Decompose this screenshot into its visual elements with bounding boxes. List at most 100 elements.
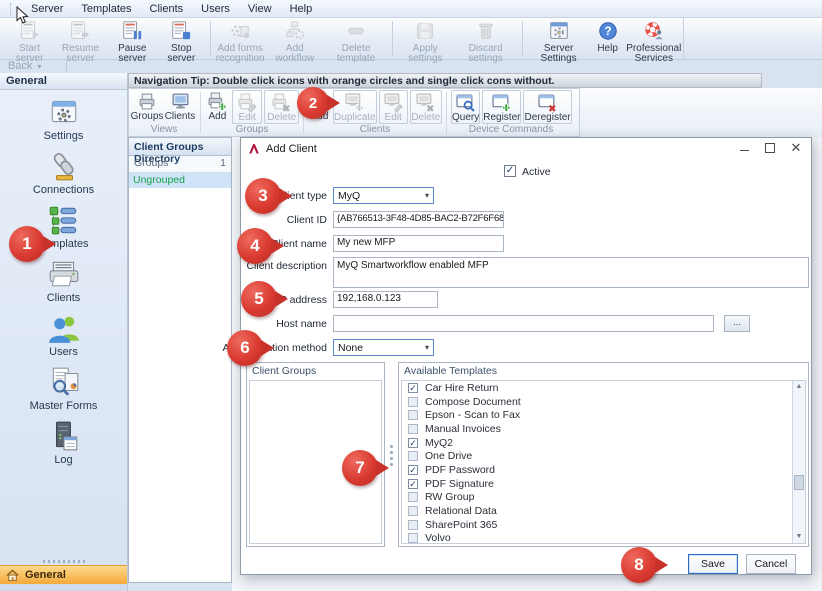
template-row[interactable]: PDF Password: [402, 463, 805, 477]
menu-clients[interactable]: Clients: [141, 1, 193, 17]
sidebar-item-log[interactable]: Log: [47, 419, 81, 466]
template-checkbox[interactable]: [408, 410, 418, 420]
apply-settings-icon: [414, 20, 436, 42]
client-description-textarea[interactable]: MyQ Smartworkflow enabled MFP: [333, 257, 809, 288]
chevron-down-icon: ▾: [425, 343, 429, 352]
template-row[interactable]: RW Group: [402, 491, 805, 505]
template-row[interactable]: One Drive: [402, 449, 805, 463]
groups-delete-button[interactable]: Delete: [264, 90, 299, 124]
template-checkbox[interactable]: [408, 424, 418, 434]
menu-templates[interactable]: Templates: [72, 1, 140, 17]
template-checkbox[interactable]: [408, 533, 418, 543]
toolbar-grip: [10, 3, 14, 15]
template-checkbox[interactable]: [408, 520, 418, 530]
ribbon-caption-clients: Clients: [305, 124, 445, 136]
template-row[interactable]: SharePoint 365: [402, 518, 805, 532]
available-templates-box: Available Templates Car Hire Return Comp…: [398, 362, 809, 547]
add-forms-recognition-button[interactable]: Add forms recognition: [215, 18, 266, 59]
template-row[interactable]: Relational Data: [402, 504, 805, 518]
device-register-button[interactable]: Register: [482, 90, 521, 124]
client-id-input[interactable]: {AB766513-3F48-4D85-BAC2-B72F6F680053}: [333, 211, 504, 228]
device-query-button[interactable]: Query: [451, 90, 480, 124]
log-icon: [47, 419, 81, 453]
scroll-up-icon[interactable]: ▲: [793, 381, 805, 393]
app-window: Server Templates Clients Users View Help…: [0, 0, 822, 591]
groups-edit-button[interactable]: Edit: [232, 90, 263, 124]
server-settings-button[interactable]: Server Settings: [527, 18, 591, 59]
menu-view[interactable]: View: [239, 1, 281, 17]
sidebar-resize-grip[interactable]: [0, 558, 127, 565]
templates-scrollbar[interactable]: ▲ ▼: [792, 381, 805, 543]
sidebar-item-master-forms[interactable]: Master Forms: [30, 365, 98, 412]
dialog-titlebar[interactable]: Add Client ✕: [241, 138, 811, 159]
help-button[interactable]: ? Help: [591, 18, 625, 59]
users-icon: [47, 311, 81, 345]
template-row[interactable]: Epson - Scan to Fax: [402, 408, 805, 422]
menu-users[interactable]: Users: [192, 1, 239, 17]
ribbon-separator: [200, 92, 201, 133]
template-row[interactable]: Car Hire Return: [402, 381, 805, 395]
maximize-button[interactable]: [757, 138, 783, 158]
scrollbar-thumb[interactable]: [794, 475, 804, 490]
group-row-ungrouped[interactable]: Ungrouped: [129, 173, 231, 188]
close-icon: ✕: [791, 140, 802, 156]
sidebar-item-clients[interactable]: Clients: [47, 257, 81, 304]
client-type-select[interactable]: MyQ ▾: [333, 187, 434, 204]
authentication-method-select[interactable]: None ▾: [333, 339, 434, 356]
active-checkbox[interactable]: [504, 165, 516, 177]
menu-help[interactable]: Help: [281, 1, 322, 17]
sidebar-item-connections[interactable]: Connections: [33, 149, 94, 196]
views-groups-button[interactable]: Groups: [131, 90, 163, 124]
pause-server-icon: [121, 20, 143, 42]
apply-settings-button[interactable]: Apply settings: [397, 18, 454, 59]
resume-server-button[interactable]: Resume server: [53, 18, 108, 59]
cancel-button[interactable]: Cancel: [746, 554, 796, 574]
views-clients-button[interactable]: Clients: [163, 90, 197, 124]
delete-template-button[interactable]: Delete template: [324, 18, 388, 59]
svg-text:?: ?: [604, 24, 611, 38]
sidebar-footer-general[interactable]: General: [0, 565, 127, 584]
close-button[interactable]: ✕: [783, 138, 809, 158]
template-checkbox[interactable]: [408, 492, 418, 502]
template-row[interactable]: Volvo: [402, 532, 805, 544]
sidebar-item-settings[interactable]: Settings: [44, 95, 84, 142]
client-name-input[interactable]: My new MFP: [333, 235, 504, 252]
template-row[interactable]: Compose Document: [402, 395, 805, 409]
ribbon-caption-groups: Groups: [202, 124, 302, 136]
separator: [66, 60, 67, 72]
template-row[interactable]: MyQ2: [402, 436, 805, 450]
template-row[interactable]: Manual Invoices: [402, 422, 805, 436]
sidebar-item-users[interactable]: Users: [47, 311, 81, 358]
save-button[interactable]: Save: [688, 554, 738, 574]
clients-delete-button[interactable]: Delete: [410, 90, 442, 124]
ip-address-input[interactable]: 192,168.0.123: [333, 291, 438, 308]
template-checkbox[interactable]: [408, 397, 418, 407]
groups-add-button[interactable]: Add: [204, 90, 231, 124]
start-server-button[interactable]: Start server: [6, 18, 53, 59]
discard-settings-button[interactable]: Discard settings: [454, 18, 518, 59]
template-checkbox[interactable]: [408, 383, 418, 393]
client-groups-box-title: Client Groups: [247, 363, 384, 379]
template-checkbox[interactable]: [408, 451, 418, 461]
active-label: Active: [522, 166, 551, 178]
device-deregister-button[interactable]: Deregister: [523, 90, 571, 124]
panel-splitter[interactable]: [387, 366, 395, 544]
clients-edit-button[interactable]: Edit: [379, 90, 408, 124]
template-checkbox[interactable]: [408, 465, 418, 475]
menu-server[interactable]: Server: [22, 1, 72, 17]
stop-server-button[interactable]: Stop server: [157, 18, 206, 59]
available-templates-box-title: Available Templates: [399, 363, 808, 379]
template-checkbox[interactable]: [408, 479, 418, 489]
server-settings-icon: [548, 20, 570, 42]
host-name-browse-button[interactable]: ...: [724, 315, 750, 332]
template-checkbox[interactable]: [408, 438, 418, 448]
template-row[interactable]: PDF Signature: [402, 477, 805, 491]
professional-services-button[interactable]: Professional Services: [625, 18, 683, 59]
scroll-down-icon[interactable]: ▼: [793, 531, 805, 543]
host-name-input[interactable]: [333, 315, 714, 332]
pause-server-button[interactable]: Pause server: [108, 18, 157, 59]
add-workflow-button[interactable]: Add workflow: [266, 18, 324, 59]
back-button[interactable]: Back ▾: [8, 60, 41, 72]
minimize-button[interactable]: [731, 138, 757, 158]
template-checkbox[interactable]: [408, 506, 418, 516]
